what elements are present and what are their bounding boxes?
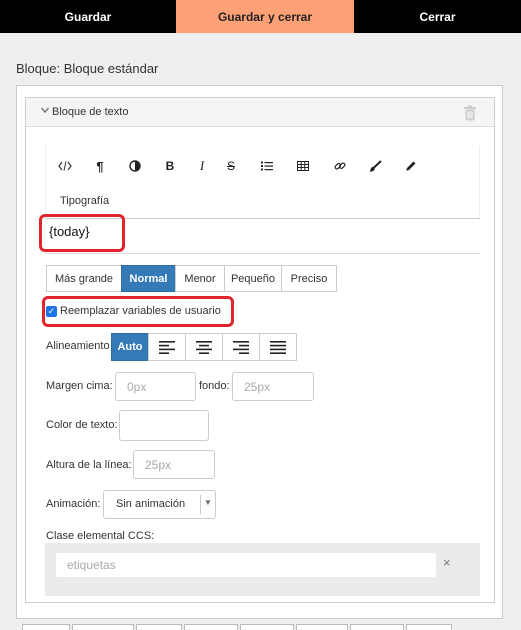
animation-select[interactable]: Sin animación ▼ [103, 490, 216, 519]
caret-down-icon: ▼ [204, 498, 212, 507]
highlight-box-checkbox [42, 296, 234, 327]
css-class-label: Clase elemental CCS: [46, 530, 155, 542]
animation-selected-value: Sin animación [116, 498, 186, 510]
typography-menu[interactable]: Tipografía [60, 195, 109, 207]
highlight-box-editor [39, 214, 125, 252]
bottom-button-edge[interactable] [296, 624, 348, 630]
align-right-button[interactable] [222, 333, 260, 361]
text-size-group: Más grande Normal Menor Pequeño Preciso [46, 265, 337, 292]
size-button-normal[interactable]: Normal [121, 265, 176, 292]
size-button-pequeno[interactable]: Pequeño [224, 265, 282, 292]
margin-top-label: Margen cima: [46, 380, 113, 392]
bottom-toolbar-edge [0, 624, 521, 630]
text-block-header[interactable]: Bloque de texto [26, 98, 494, 127]
save-button[interactable]: Guardar [0, 0, 176, 33]
code-icon[interactable] [54, 156, 76, 176]
bold-icon[interactable]: B [159, 156, 181, 176]
bottom-button-edge[interactable] [22, 624, 70, 630]
editor-toolbar: ¶ B I S Tipografía [45, 146, 480, 218]
align-center-button[interactable] [185, 333, 223, 361]
text-block-panel: Bloque de texto ¶ B I S Tipografía {toda… [25, 97, 495, 603]
select-divider [200, 495, 201, 514]
align-justify-button[interactable] [259, 333, 297, 361]
save-and-close-button[interactable]: Guardar y cerrar [176, 0, 354, 33]
list-icon[interactable] [256, 156, 278, 176]
clear-icon[interactable]: × [443, 555, 451, 570]
line-height-input[interactable]: 25px [133, 450, 215, 479]
bottom-button-edge[interactable] [136, 624, 182, 630]
align-justify-icon [270, 340, 286, 354]
chevron-down-icon[interactable] [40, 105, 50, 115]
bottom-button-edge[interactable] [72, 624, 134, 630]
paragraph-icon[interactable]: ¶ [89, 156, 111, 176]
italic-icon[interactable]: I [191, 156, 213, 176]
alignment-group: Auto [111, 333, 297, 361]
size-button-menor[interactable]: Menor [175, 265, 225, 292]
size-button-mas-grande[interactable]: Más grande [46, 265, 122, 292]
margin-top-input[interactable]: 0px [115, 372, 196, 401]
contrast-icon[interactable] [124, 156, 146, 176]
text-block-label: Bloque de texto [52, 106, 129, 118]
animation-label: Animación: [46, 498, 101, 510]
bottom-button-edge[interactable] [406, 624, 452, 630]
top-action-bar: Guardar Guardar y cerrar Cerrar [0, 0, 521, 33]
alignment-label: Alineamiento [46, 340, 110, 352]
css-class-box: etiquetas × [45, 543, 480, 596]
link-icon[interactable] [329, 156, 351, 176]
align-left-button[interactable] [148, 333, 186, 361]
align-center-icon [196, 340, 212, 354]
close-button[interactable]: Cerrar [354, 0, 521, 33]
bottom-button-edge[interactable] [184, 624, 238, 630]
block-title: Bloque: Bloque estándar [16, 61, 159, 76]
line-height-label: Altura de la línea: [46, 459, 132, 471]
text-color-label: Color de texto: [46, 419, 118, 431]
pencil-icon[interactable] [400, 156, 422, 176]
bottom-button-edge[interactable] [240, 624, 294, 630]
table-icon[interactable] [292, 156, 314, 176]
margin-bottom-input[interactable]: 25px [232, 372, 314, 401]
block-container: Bloque de texto ¶ B I S Tipografía {toda… [16, 85, 503, 619]
trash-icon[interactable] [463, 105, 477, 121]
size-button-preciso[interactable]: Preciso [281, 265, 337, 292]
strikethrough-icon[interactable]: S [220, 156, 242, 176]
text-color-input[interactable] [119, 410, 209, 441]
align-right-icon [233, 340, 249, 354]
margin-bottom-label: fondo: [199, 380, 230, 392]
align-left-icon [159, 340, 175, 354]
align-auto-button[interactable]: Auto [111, 333, 149, 361]
css-class-input[interactable]: etiquetas [56, 553, 436, 577]
bottom-button-edge[interactable] [350, 624, 404, 630]
brush-icon[interactable] [364, 156, 386, 176]
